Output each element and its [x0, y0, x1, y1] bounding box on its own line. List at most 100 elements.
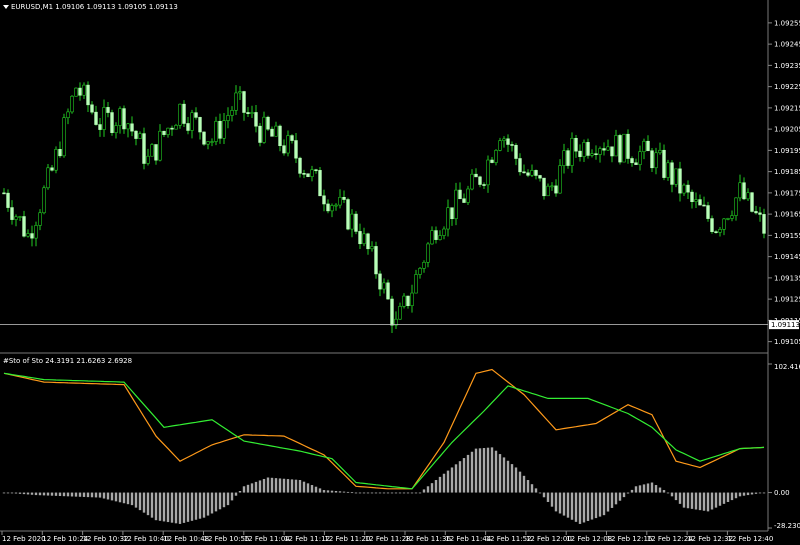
histogram-bar — [286, 479, 290, 493]
histogram-bar — [498, 454, 502, 493]
current-price-label: 1.09113 — [771, 321, 800, 329]
candle-body — [702, 204, 706, 207]
candle-body — [534, 170, 538, 176]
candle-body — [542, 177, 546, 197]
time-tick-label: 12 Feb 12:32 — [687, 535, 733, 543]
candle-body — [22, 216, 26, 237]
histogram-bar — [402, 492, 406, 494]
histogram-bar — [430, 483, 434, 493]
candle-body — [258, 125, 262, 143]
histogram-bar — [18, 492, 22, 494]
histogram-bar — [374, 492, 378, 494]
candle-body — [726, 218, 730, 220]
candle-body — [442, 228, 446, 236]
histogram-bar — [650, 482, 654, 493]
candle-body — [326, 203, 330, 212]
candle-body — [114, 125, 118, 133]
histogram-bar — [338, 491, 342, 493]
histogram-bar — [518, 471, 522, 493]
candle-body — [618, 135, 622, 163]
histogram-bar — [738, 492, 742, 497]
candle-body — [46, 167, 50, 189]
candle-body — [374, 246, 378, 275]
histogram-bar — [182, 492, 186, 523]
histogram-bar — [618, 492, 622, 501]
histogram-bar — [318, 488, 322, 493]
histogram-bar — [70, 492, 74, 497]
price-tick-label: 1.09205 — [774, 126, 800, 134]
candle-body — [718, 229, 722, 233]
candle-body — [186, 123, 190, 131]
candle-body — [42, 187, 46, 214]
candle-body — [34, 225, 38, 239]
price-tick-label: 1.09155 — [774, 232, 800, 240]
histogram-bar — [534, 488, 538, 493]
candle-body — [530, 170, 534, 176]
histogram-bar — [418, 492, 422, 494]
candle-body — [386, 282, 390, 300]
histogram-bar — [422, 489, 426, 493]
price-tick-label: 1.09215 — [774, 104, 800, 112]
candle-body — [678, 168, 682, 194]
price-tick-label: 1.09145 — [774, 253, 800, 261]
histogram-bar — [90, 492, 94, 498]
histogram-bar — [698, 492, 702, 511]
indicator-header: #Sto of Sto 24.3191 21.6263 2.6928 — [3, 357, 132, 365]
candle-body — [194, 112, 198, 118]
histogram-bar — [294, 479, 298, 493]
histogram-bar — [530, 484, 534, 493]
candle-body — [118, 108, 122, 126]
candle-body — [646, 140, 650, 152]
price-tick-label: 1.09195 — [774, 147, 800, 155]
histogram-bar — [734, 492, 738, 499]
histogram-bar — [690, 492, 694, 509]
candle-body — [150, 144, 154, 157]
candle-body — [310, 169, 314, 177]
histogram-bar — [142, 492, 146, 513]
candle-body — [554, 185, 558, 194]
histogram-bar — [154, 492, 158, 521]
histogram-bar — [506, 460, 510, 493]
histogram-bar — [634, 486, 638, 493]
candle-body — [430, 230, 434, 245]
histogram-bar — [578, 492, 582, 524]
histogram-bar — [570, 492, 574, 520]
histogram-bar — [218, 492, 222, 510]
histogram-bar — [686, 492, 690, 509]
price-tick-label: 1.09175 — [774, 189, 800, 197]
candle-body — [582, 142, 586, 157]
histogram-bar — [438, 476, 442, 493]
histogram-bar — [102, 492, 106, 499]
candle-body — [466, 188, 470, 203]
candle-body — [110, 112, 114, 133]
histogram-bar — [146, 492, 150, 516]
candle-body — [638, 151, 642, 165]
candle-body — [250, 112, 254, 114]
histogram-bar — [482, 447, 486, 493]
candle-body — [78, 87, 82, 96]
candle-body — [338, 197, 342, 206]
histogram-bar — [322, 490, 326, 493]
oscillator-tick-label: 0.00 — [774, 489, 790, 497]
candle-body — [590, 153, 594, 156]
candle-body — [50, 167, 54, 171]
candle-body — [506, 138, 510, 145]
histogram-bar — [510, 464, 514, 493]
chart-background — [0, 0, 800, 545]
candle-body — [370, 246, 374, 250]
histogram-bar — [718, 492, 722, 506]
histogram-bar — [298, 480, 302, 493]
candle-body — [634, 162, 638, 165]
histogram-bar — [630, 489, 634, 493]
candle-body — [698, 199, 702, 206]
candle-body — [350, 213, 354, 230]
candle-body — [398, 306, 402, 320]
candle-body — [6, 192, 10, 208]
candle-body — [526, 172, 530, 176]
histogram-bar — [538, 492, 542, 494]
histogram-bar — [458, 461, 462, 493]
candle-body — [158, 130, 162, 161]
histogram-bar — [658, 487, 662, 493]
candle-body — [270, 128, 274, 137]
candle-body — [10, 207, 14, 220]
